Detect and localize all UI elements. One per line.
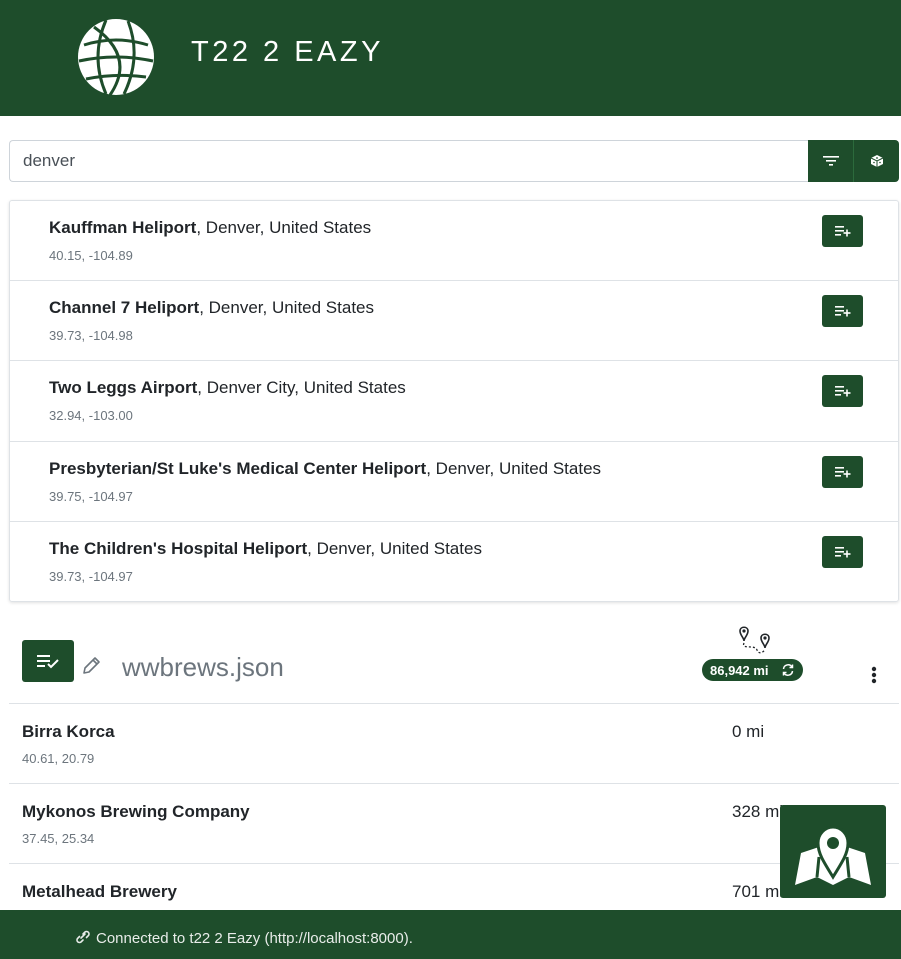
trip-list-button[interactable] [22, 640, 74, 682]
trip-header: wwbrews.json 86,942 mi [9, 612, 899, 704]
result-name: Kauffman Heliport [49, 218, 197, 237]
globe-icon [78, 19, 154, 96]
result-name: Two Leggs Airport [49, 378, 198, 398]
app-header: T22 2 EAZY [0, 0, 901, 116]
playlist-add-icon [834, 546, 850, 558]
result-item[interactable]: The Children's Hospital Heliport, Denver… [10, 522, 898, 602]
result-item[interactable]: Channel 7 Heliport, Denver, United State… [10, 281, 898, 362]
playlist-check-icon [37, 655, 59, 669]
add-place-button[interactable] [822, 535, 863, 568]
app-title: T22 2 EAZY [191, 36, 384, 68]
total-distance: 86,942 mi [710, 662, 769, 678]
playlist-add-icon [834, 466, 850, 478]
connection-status: Connected to t22 2 Eazy (http://localhos… [96, 930, 413, 947]
result-location: , Denver City, United States [197, 378, 406, 398]
result-coords: 39.73, -104.98 [49, 328, 133, 344]
result-name: Presbyterian/St Luke's Medical Center He… [49, 458, 427, 478]
place-distance: 0 mi [732, 722, 765, 741]
place-coords: 40.61, 20.79 [22, 751, 95, 766]
total-distance-badge[interactable]: 86,942 mi [702, 659, 803, 681]
map-button[interactable] [780, 805, 886, 898]
add-place-button[interactable] [822, 295, 863, 328]
result-location: , Denver, United States [196, 218, 372, 237]
place-distance: 328 mi [732, 802, 784, 821]
result-item[interactable]: Two Leggs Airport, Denver City, United S… [10, 361, 898, 442]
result-location: , Denver, United States [199, 298, 375, 318]
add-place-button[interactable] [822, 375, 863, 408]
map-marker-icon [795, 824, 871, 885]
link-icon [76, 930, 90, 944]
result-name: The Children's Hospital Heliport [49, 538, 308, 558]
place-distance: 701 mi [732, 882, 784, 901]
random-button[interactable] [853, 140, 899, 182]
filter-button[interactable] [808, 140, 854, 182]
result-coords: 39.75, -104.97 [49, 488, 133, 504]
add-place-button[interactable] [822, 215, 863, 247]
result-coords: 32.94, -103.00 [49, 408, 133, 424]
dice-icon [870, 155, 883, 167]
footer: Connected to t22 2 Eazy (http://localhos… [0, 910, 901, 959]
result-name: Channel 7 Heliport [49, 298, 200, 318]
playlist-add-icon [834, 226, 850, 237]
pencil-icon[interactable] [80, 655, 102, 677]
result-item[interactable]: Presbyterian/St Luke's Medical Center He… [10, 442, 898, 522]
search-bar [9, 140, 899, 182]
place-name: Metalhead Brewery [22, 882, 177, 901]
trip-place-item[interactable]: Mykonos Brewing Company 37.45, 25.34 328… [9, 784, 899, 864]
place-name: Mykonos Brewing Company [22, 802, 250, 821]
search-input[interactable] [9, 140, 809, 182]
result-coords: 40.15, -104.89 [49, 248, 133, 263]
result-location: , Denver, United States [307, 538, 482, 558]
place-coords: 37.45, 25.34 [22, 831, 95, 846]
playlist-add-icon [834, 386, 850, 397]
add-place-button[interactable] [822, 455, 863, 488]
result-coords: 39.73, -104.97 [49, 568, 133, 584]
trip-place-item[interactable]: Birra Korca 40.61, 20.79 0 mi [9, 704, 899, 784]
result-location: , Denver, United States [426, 458, 602, 478]
trip-name: wwbrews.json [122, 652, 284, 682]
more-options-icon[interactable] [867, 664, 881, 686]
refresh-icon [782, 664, 794, 676]
result-item[interactable]: Kauffman Heliport, Denver, United States… [10, 201, 898, 282]
trip-places-list: Birra Korca 40.61, 20.79 0 mi Mykonos Br… [9, 704, 899, 944]
playlist-add-icon [834, 306, 850, 317]
place-name: Birra Korca [22, 722, 115, 741]
search-results-list: Kauffman Heliport, Denver, United States… [9, 200, 899, 602]
filter-icon [823, 156, 839, 166]
route-icon [739, 626, 770, 654]
